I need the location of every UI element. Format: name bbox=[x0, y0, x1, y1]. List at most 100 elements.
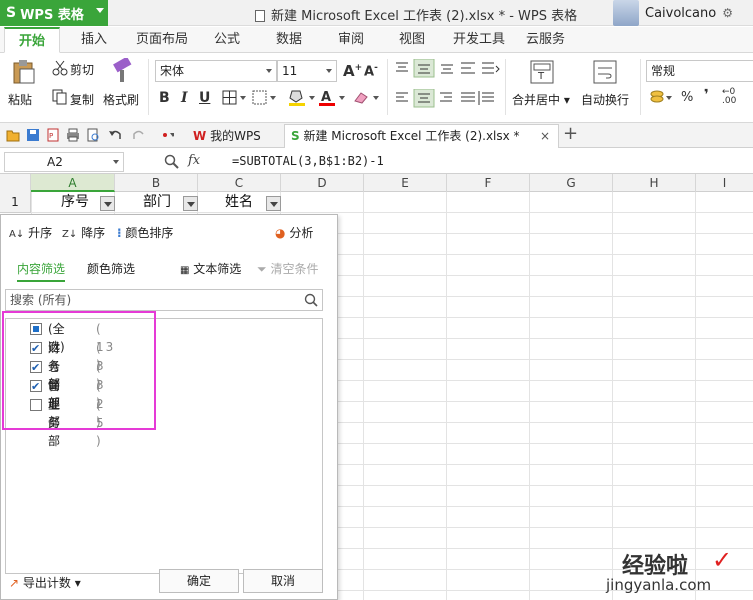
paste-button[interactable]: 粘贴 bbox=[8, 91, 32, 108]
customize-toolbar-icon[interactable] bbox=[160, 128, 174, 142]
undo-icon[interactable] bbox=[108, 128, 122, 142]
save-icon[interactable] bbox=[26, 128, 40, 142]
cell-b1[interactable]: 部门 bbox=[143, 192, 171, 213]
merge-center-icon[interactable]: T bbox=[529, 59, 555, 85]
row-header-1[interactable]: 1 bbox=[0, 192, 31, 213]
paste-icon[interactable] bbox=[12, 59, 36, 85]
insert-function-button[interactable]: fx bbox=[188, 153, 200, 168]
merge-center-button[interactable]: 合并居中 ▾ bbox=[512, 91, 570, 108]
settings-icon[interactable]: ⚙ bbox=[722, 6, 733, 20]
new-tab-button[interactable]: + bbox=[563, 123, 578, 144]
cancel-button[interactable]: 取消 bbox=[243, 569, 323, 593]
ok-button[interactable]: 确定 bbox=[159, 569, 239, 593]
analyze-label: 分析 bbox=[289, 226, 314, 240]
cut-button[interactable]: 剪切 bbox=[70, 61, 94, 78]
border-icon[interactable] bbox=[222, 90, 248, 106]
cell-c1[interactable]: 姓名 bbox=[225, 192, 253, 213]
column-header-a[interactable]: A bbox=[31, 174, 115, 192]
redo-icon[interactable] bbox=[132, 128, 146, 142]
text-filter-button[interactable]: ▦ 文本筛选 bbox=[180, 260, 241, 277]
number-format-select[interactable]: 常规 bbox=[646, 60, 753, 82]
export-pdf-icon[interactable]: P bbox=[46, 128, 60, 142]
close-icon[interactable]: × bbox=[540, 125, 550, 147]
tab-my-wps[interactable]: W 我的WPS bbox=[186, 124, 268, 148]
merge-format-icon[interactable] bbox=[252, 90, 278, 106]
percent-button[interactable]: % bbox=[681, 90, 693, 105]
formula-input[interactable]: =SUBTOTAL(3,B$1:B2)-1 bbox=[232, 154, 384, 168]
font-size-select[interactable]: 11 bbox=[277, 60, 337, 82]
column-header-d[interactable]: D bbox=[281, 174, 364, 192]
chevron-down-icon bbox=[266, 69, 272, 73]
tab-insert[interactable]: 插入 bbox=[81, 27, 107, 53]
export-count-button[interactable]: ↗ 导出计数 ▾ bbox=[9, 574, 81, 591]
tab-cloud[interactable]: 云服务 bbox=[526, 27, 565, 53]
text-filter-label: 文本筛选 bbox=[193, 262, 242, 276]
tab-content-filter[interactable]: 内容筛选 bbox=[17, 260, 66, 282]
increase-font-icon[interactable]: A+ bbox=[343, 62, 362, 80]
font-color-icon[interactable]: A bbox=[318, 89, 346, 107]
column-header-f[interactable]: F bbox=[447, 174, 530, 192]
copy-button[interactable]: 复制 bbox=[70, 91, 94, 108]
open-folder-icon[interactable] bbox=[6, 128, 20, 142]
tab-view[interactable]: 视图 bbox=[399, 27, 425, 53]
print-preview-icon[interactable] bbox=[86, 128, 100, 142]
svg-text:P: P bbox=[49, 132, 53, 140]
column-header-e[interactable]: E bbox=[364, 174, 447, 192]
bold-icon[interactable]: B bbox=[159, 90, 170, 106]
tab-color-filter[interactable]: 颜色筛选 bbox=[87, 260, 135, 277]
name-box[interactable]: A2 bbox=[4, 152, 124, 172]
sort-descending-button[interactable]: Z↓ 降序 bbox=[62, 224, 105, 241]
increase-decimal-icon[interactable]: ←0.00 bbox=[722, 88, 736, 106]
scissors-icon bbox=[52, 60, 68, 76]
italic-icon[interactable]: I bbox=[181, 90, 188, 106]
tab-page-layout[interactable]: 页面布局 bbox=[136, 27, 188, 53]
vertical-align-group[interactable] bbox=[393, 59, 503, 79]
app-menu-button[interactable]: S WPS 表格 bbox=[0, 0, 108, 26]
window-title-text: 新建 Microsoft Excel 工作表 (2).xlsx * - WPS … bbox=[271, 9, 578, 24]
fill-color-icon[interactable] bbox=[288, 89, 316, 107]
column-header-c[interactable]: C bbox=[198, 174, 281, 192]
sort-descending-icon: Z↓ bbox=[62, 229, 78, 240]
filter-dropdown-b[interactable] bbox=[183, 196, 198, 211]
quick-access-toolbar: P W 我的WPS S 新建 Microsoft Excel 工作表 (2).x… bbox=[0, 123, 753, 148]
sort-ascending-button[interactable]: A↓ 升序 bbox=[9, 224, 52, 241]
column-header-h[interactable]: H bbox=[613, 174, 696, 192]
font-name-select[interactable]: 宋体 bbox=[155, 60, 277, 82]
format-painter-button[interactable]: 格式刷 bbox=[103, 91, 139, 108]
tab-home[interactable]: 开始 bbox=[4, 27, 60, 53]
comma-button[interactable]: ❜ bbox=[704, 87, 709, 103]
select-all-corner[interactable] bbox=[0, 174, 31, 192]
user-name: Caivolcano bbox=[645, 5, 717, 21]
filter-dropdown-a[interactable] bbox=[100, 196, 115, 211]
clear-conditions-button[interactable]: ⏷ 清空条件 bbox=[257, 260, 318, 277]
wrap-text-icon[interactable] bbox=[592, 59, 618, 85]
sort-descending-label: 降序 bbox=[81, 226, 106, 240]
column-header-i[interactable]: I bbox=[696, 174, 753, 192]
formula-bar: A2 fx =SUBTOTAL(3,B$1:B2)-1 bbox=[0, 150, 753, 174]
column-header-g[interactable]: G bbox=[530, 174, 613, 192]
cell-a1[interactable]: 序号 bbox=[61, 192, 89, 213]
user-account[interactable]: Caivolcano ⚙ bbox=[613, 0, 733, 26]
divider bbox=[387, 59, 388, 115]
tab-formulas[interactable]: 公式 bbox=[214, 27, 240, 53]
color-sort-button[interactable]: ⁝ 颜色排序 bbox=[117, 224, 173, 241]
wrap-text-button[interactable]: 自动换行 bbox=[581, 91, 629, 108]
filter-dropdown-c[interactable] bbox=[266, 196, 281, 211]
currency-icon[interactable] bbox=[649, 89, 673, 107]
zoom-function-icon[interactable] bbox=[164, 154, 180, 170]
underline-icon[interactable]: U bbox=[199, 90, 210, 106]
print-icon[interactable] bbox=[66, 128, 80, 142]
clear-format-icon[interactable] bbox=[352, 89, 380, 107]
format-painter-icon[interactable] bbox=[110, 58, 134, 84]
font-size-value: 11 bbox=[282, 64, 298, 78]
tab-data[interactable]: 数据 bbox=[276, 27, 302, 53]
tab-current-document[interactable]: S 新建 Microsoft Excel 工作表 (2).xlsx * × bbox=[284, 124, 559, 148]
filter-search-input[interactable]: 搜索 (所有) bbox=[5, 289, 323, 311]
horizontal-align-group[interactable] bbox=[393, 89, 503, 109]
search-icon[interactable] bbox=[304, 293, 318, 307]
decrease-font-icon[interactable]: A- bbox=[364, 63, 378, 79]
column-header-b[interactable]: B bbox=[115, 174, 198, 192]
analyze-button[interactable]: ◕ 分析 bbox=[275, 224, 313, 241]
tab-review[interactable]: 审阅 bbox=[338, 27, 364, 53]
tab-developer[interactable]: 开发工具 bbox=[453, 27, 505, 53]
